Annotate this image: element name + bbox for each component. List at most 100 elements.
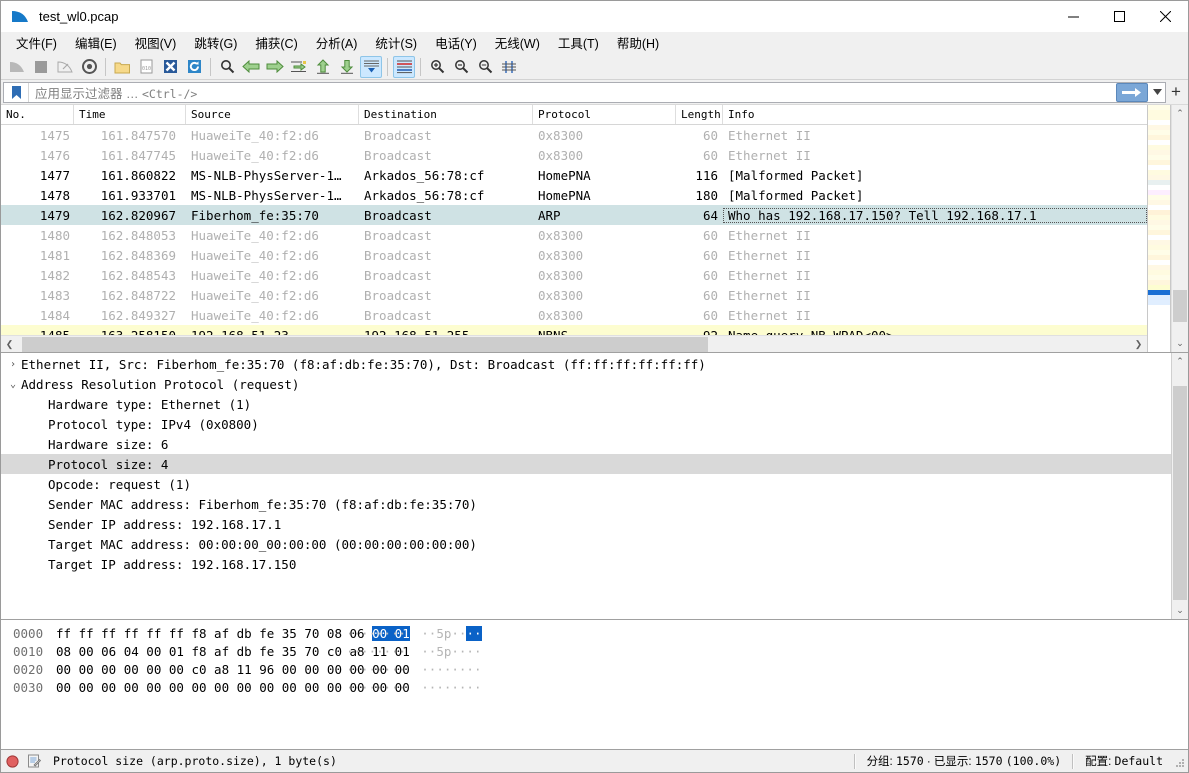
column-header-protocol[interactable]: Protocol [533,105,676,124]
table-row[interactable]: 1481 162.848369 HuaweiTe_40:f2:d6 Broadcast… [1,245,1147,265]
detail-line[interactable]: Target MAC address: 00:00:00_00:00:00 (0… [1,534,1171,554]
table-row[interactable]: 1478 161.933701 MS-NLB-PhysServer-1… Arkado… [1,185,1147,205]
vscroll-down-arrow-icon[interactable]: ⌄ [1172,335,1188,352]
column-header-length[interactable]: Length [676,105,723,124]
go-first-packet-icon[interactable] [312,56,334,78]
resize-grip-icon[interactable] [1171,754,1185,768]
zoom-out-icon[interactable] [450,56,472,78]
expert-info-error-icon[interactable] [1,754,23,768]
auto-scroll-icon[interactable] [360,55,382,78]
packet-detail-vscrollbar[interactable]: ⌃ ⌄ [1171,353,1188,619]
table-row[interactable]: 1480 162.848053 HuaweiTe_40:f2:d6 Broadcast… [1,225,1147,245]
detail-line-text: Target MAC address: 00:00:00_00:00:00 (0… [48,536,477,552]
stop-capture-icon[interactable] [30,56,52,78]
menu-statistics[interactable]: 统计(S) [366,31,426,54]
packet-bytes-panel[interactable]: 0000 ff ff ff ff ff ff f8 af db fe 35 70 … [1,620,1188,750]
detail-line[interactable]: Opcode: request (1) [1,474,1171,494]
detail-line[interactable]: Protocol type: IPv4 (0x0800) [1,414,1171,434]
close-button[interactable] [1142,1,1188,32]
detail-line[interactable]: Hardware size: 6 [1,434,1171,454]
menu-wireless[interactable]: 无线(W) [486,31,549,54]
open-file-icon[interactable] [111,56,133,78]
zoom-reset-icon[interactable] [474,56,496,78]
detail-line[interactable]: Sender IP address: 192.168.17.1 [1,514,1171,534]
find-packet-icon[interactable] [216,56,238,78]
table-row[interactable]: 1476 161.847745 HuaweiTe_40:f2:d6 Broadcast… [1,145,1147,165]
packet-list-vscrollbar[interactable]: ⌃ ⌄ [1171,105,1188,352]
detail-vscroll-down-arrow-icon[interactable]: ⌄ [1172,602,1188,619]
column-header-no[interactable]: No. [1,105,74,124]
hscroll-thumb[interactable] [22,336,708,352]
menu-analyze[interactable]: 分析(A) [307,31,367,54]
hscroll-right-arrow-icon[interactable]: ❯ [1130,339,1147,350]
column-header-source[interactable]: Source [186,105,359,124]
detail-line[interactable]: › Ethernet II, Src: Fiberhom_fe:35:70 (f8… [1,354,1171,374]
detail-line[interactable]: Hardware type: Ethernet (1) [1,394,1171,414]
menu-edit[interactable]: 编辑(E) [66,31,126,54]
reload-file-icon[interactable] [183,56,205,78]
menu-capture[interactable]: 捕获(C) [246,31,306,54]
menu-tools[interactable]: 工具(T) [549,31,608,54]
vscroll-up-arrow-icon[interactable]: ⌃ [1172,105,1188,122]
table-row[interactable]: 1485 163.258150 192.168.51.23 192.168.51.25… [1,325,1147,335]
apply-filter-button[interactable] [1116,82,1148,102]
hscroll-track[interactable] [18,336,1130,352]
vscroll-thumb[interactable] [1173,290,1187,322]
hexdump-line[interactable]: 0030 00 00 00 00 00 00 00 00 00 00 00 00 … [1,678,1188,696]
cell-destination: Broadcast [364,247,432,263]
resize-columns-icon[interactable] [498,56,520,78]
colorize-icon[interactable] [393,55,415,78]
maximize-button[interactable] [1096,1,1142,32]
save-file-icon[interactable]: 010 [135,56,157,78]
menu-go[interactable]: 跳转(G) [185,31,246,54]
display-filter-input[interactable]: 应用显示过滤器 … <Ctrl-/> [3,81,1166,103]
go-forward-icon[interactable] [264,56,286,78]
packet-list-hscrollbar[interactable]: ❮ ❯ [1,335,1147,352]
column-header-destination[interactable]: Destination [359,105,533,124]
vscroll-track[interactable] [1172,122,1188,335]
hscroll-left-arrow-icon[interactable]: ❮ [1,339,18,350]
restart-capture-icon[interactable] [54,56,76,78]
zoom-in-icon[interactable] [426,56,448,78]
menu-help[interactable]: 帮助(H) [608,31,668,54]
menu-file[interactable]: 文件(F) [7,31,66,54]
table-row[interactable]: 1482 162.848543 HuaweiTe_40:f2:d6 Broadcast… [1,265,1147,285]
menu-view[interactable]: 视图(V) [126,31,186,54]
detail-vscroll-thumb[interactable] [1173,386,1187,600]
packet-detail-tree[interactable]: › Ethernet II, Src: Fiberhom_fe:35:70 (f8… [1,353,1171,619]
intelligent-scrollbar-minimap[interactable] [1147,105,1171,352]
table-row[interactable]: 1483 162.848722 HuaweiTe_40:f2:d6 Broadcast… [1,285,1147,305]
table-row[interactable]: 1479 162.820967 Fiberhom_fe:35:70 Broadcast… [1,205,1147,225]
detail-line[interactable]: Sender MAC address: Fiberhom_fe:35:70 (f… [1,494,1171,514]
chevron-right-icon[interactable]: › [5,359,21,370]
filter-bookmark-icon[interactable] [5,83,27,102]
detail-vscroll-up-arrow-icon[interactable]: ⌃ [1172,353,1188,370]
detail-line[interactable]: Protocol size: 4 [1,454,1171,474]
hexdump-offset: 0000 [13,625,44,641]
add-filter-button[interactable]: + [1166,82,1186,103]
hexdump-line[interactable]: 0010 08 00 06 04 00 01 f8 af db fe 35 70 … [1,642,1188,660]
go-to-packet-icon[interactable] [288,56,310,78]
filter-dropdown-icon[interactable] [1150,83,1165,102]
capture-options-icon[interactable] [78,56,100,78]
capture-file-properties-icon[interactable] [23,754,45,768]
start-capture-icon[interactable] [6,56,28,78]
chevron-down-icon[interactable]: ⌄ [5,379,21,390]
detail-line[interactable]: Target IP address: 192.168.17.150 [1,554,1171,574]
column-header-time[interactable]: Time [74,105,186,124]
table-row[interactable]: 1477 161.860822 MS-NLB-PhysServer-1… Arkado… [1,165,1147,185]
status-profile[interactable]: 配置: Default [1077,753,1171,769]
go-back-icon[interactable] [240,56,262,78]
detail-vscroll-track[interactable] [1172,370,1188,602]
minimize-button[interactable] [1050,1,1096,32]
detail-line[interactable]: ⌄ Address Resolution Protocol (request) [1,374,1171,394]
table-row[interactable]: 1475 161.847570 HuaweiTe_40:f2:d6 Broadcast… [1,125,1147,145]
hexdump-line[interactable]: 0020 00 00 00 00 00 00 c0 a8 11 96 00 00 … [1,660,1188,678]
hexdump-line[interactable]: 0000 ff ff ff ff ff ff f8 af db fe 35 70 … [1,624,1188,642]
menu-telephony[interactable]: 电话(Y) [426,31,486,54]
table-row[interactable]: 1484 162.849327 HuaweiTe_40:f2:d6 Broadcast… [1,305,1147,325]
go-last-packet-icon[interactable] [336,56,358,78]
column-header-info[interactable]: Info [723,105,1147,124]
cell-protocol: HomePNA [538,167,591,183]
close-file-icon[interactable] [159,56,181,78]
